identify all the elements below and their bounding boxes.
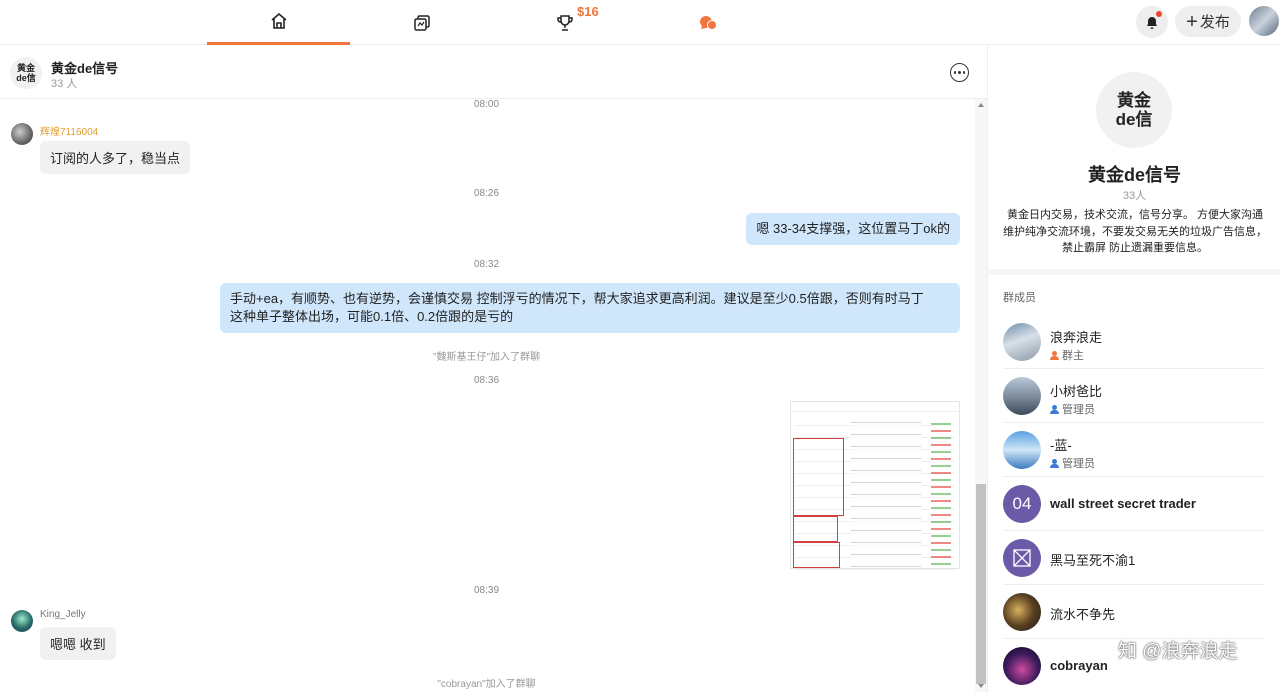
plus-icon: + — [1186, 10, 1198, 33]
timestamp: 08:32 — [473, 259, 500, 270]
member-item[interactable]: 流水不争先 — [1003, 585, 1265, 639]
group-description: 黄金日内交易，技术交流，信号分享。 方便大家沟通 维护纯净交流环境，不要发交易无… — [1003, 209, 1267, 254]
member-role: 群主 — [1050, 347, 1084, 363]
chat-scrollbar[interactable] — [975, 99, 987, 692]
message-line: 手动+ea，有顺势、也有逆势，会谨慎交易 控制浮亏的情况下，帮大家追求更高利润。… — [230, 291, 924, 306]
group-avatar-large: 黄金 de信 — [1096, 72, 1172, 148]
timestamp: 08:26 — [473, 188, 500, 199]
scroll-up-icon[interactable] — [978, 103, 984, 107]
message-bubble-outgoing: 嗯 33-34支撑强，这位置马丁ok的 — [746, 213, 960, 245]
member-avatar — [1003, 377, 1041, 415]
timestamp: 08:00 — [473, 99, 500, 110]
feed-icon — [413, 14, 430, 31]
group-title: 黄金de信号 — [1087, 165, 1181, 185]
more-options-button[interactable] — [950, 63, 969, 82]
member-role: 管理员 — [1050, 455, 1095, 471]
member-item[interactable]: 黑马至死不渝1 — [1003, 531, 1265, 585]
chat-header: 黄金 de信 黄金de信号 33 人 — [0, 45, 988, 99]
tab-trophy[interactable]: $16 — [493, 0, 636, 45]
member-item[interactable]: 小树爸比 管理员 — [1003, 369, 1265, 423]
admin-icon — [1050, 404, 1059, 414]
owner-icon — [1050, 350, 1059, 360]
trophy-icon — [556, 14, 573, 31]
sender-avatar[interactable] — [11, 610, 33, 632]
message-bubble-outgoing: 手动+ea，有顺势、也有逆势，会谨慎交易 控制浮亏的情况下，帮大家追求更高利润。… — [220, 283, 960, 333]
watermark: 知 @浪奔浪走 — [1118, 641, 1238, 662]
message-bubble: 嗯嗯 收到 — [40, 627, 116, 660]
scrollbar-thumb[interactable] — [976, 484, 986, 684]
member-role: 管理员 — [1050, 401, 1095, 417]
chat-icon — [699, 15, 717, 30]
home-icon — [270, 12, 287, 29]
notification-dot — [1156, 11, 1162, 17]
member-avatar: 04 — [1003, 485, 1041, 523]
divider — [989, 269, 1280, 275]
timestamp: 08:36 — [473, 375, 500, 386]
message-list: 08:00 辉煌7116004 订阅的人多了，稳当点 08:26 嗯 33-34… — [0, 99, 973, 692]
member-name: 浪奔浪走 — [1050, 330, 1103, 345]
publish-button[interactable]: + 发布 — [1175, 6, 1241, 37]
member-avatar — [1003, 593, 1041, 631]
scroll-down-icon[interactable] — [978, 684, 984, 688]
member-name: cobrayan — [1050, 658, 1108, 673]
chat-panel: 黄金 de信 黄金de信号 33 人 08:00 辉煌7116004 订阅的人多了… — [0, 45, 988, 692]
member-name: wall street secret trader — [1050, 496, 1196, 511]
admin-icon — [1050, 458, 1059, 468]
sender-name[interactable]: King_Jelly — [40, 609, 86, 620]
top-navigation: $16 + 发布 — [0, 0, 1280, 45]
timestamp: 08:39 — [473, 585, 500, 596]
sender-name[interactable]: 辉煌7116004 — [40, 123, 98, 138]
member-avatar — [1003, 323, 1041, 361]
group-avatar: 黄金 de信 — [10, 57, 42, 89]
member-name: 流水不争先 — [1050, 607, 1116, 622]
notifications-button[interactable] — [1136, 6, 1168, 38]
member-item[interactable]: -蓝- 管理员 — [1003, 423, 1265, 477]
member-avatar — [1003, 539, 1041, 577]
group-info-panel: 黄金 de信 黄金de信号 33人 黄金日内交易，技术交流，信号分享。 方便大家沟… — [989, 45, 1280, 692]
image-message[interactable] — [790, 401, 960, 570]
system-message: "魏斯基王仔"加入了群聊 — [432, 352, 541, 363]
member-avatar — [1003, 647, 1041, 685]
sender-avatar[interactable] — [11, 123, 33, 145]
members-heading: 群成员 — [1003, 292, 1036, 304]
member-item[interactable]: 04 wall street secret trader — [1003, 477, 1265, 531]
member-item[interactable]: 浪奔浪走 群主 — [1003, 315, 1265, 369]
member-name: -蓝- — [1050, 438, 1072, 453]
tab-feed[interactable] — [350, 0, 493, 45]
group-member-count: 33人 — [1122, 190, 1147, 202]
member-avatar — [1003, 431, 1041, 469]
chat-member-count: 33 人 — [51, 78, 78, 90]
message-bubble: 订阅的人多了，稳当点 — [40, 141, 191, 174]
system-message: "cobrayan"加入了群聊 — [437, 679, 536, 690]
message-line: 这种单子整体出场，可能0.1倍、0.2倍跟的是亏的 — [230, 309, 514, 324]
tab-chat[interactable] — [636, 0, 779, 45]
member-name: 小树爸比 — [1050, 384, 1103, 399]
tab-home[interactable] — [207, 0, 350, 45]
placeholder-avatar-icon — [1013, 549, 1031, 567]
publish-label: 发布 — [1199, 14, 1230, 31]
trophy-badge: $16 — [577, 4, 599, 19]
member-name: 黑马至死不渝1 — [1050, 553, 1136, 568]
user-avatar[interactable] — [1249, 6, 1279, 36]
